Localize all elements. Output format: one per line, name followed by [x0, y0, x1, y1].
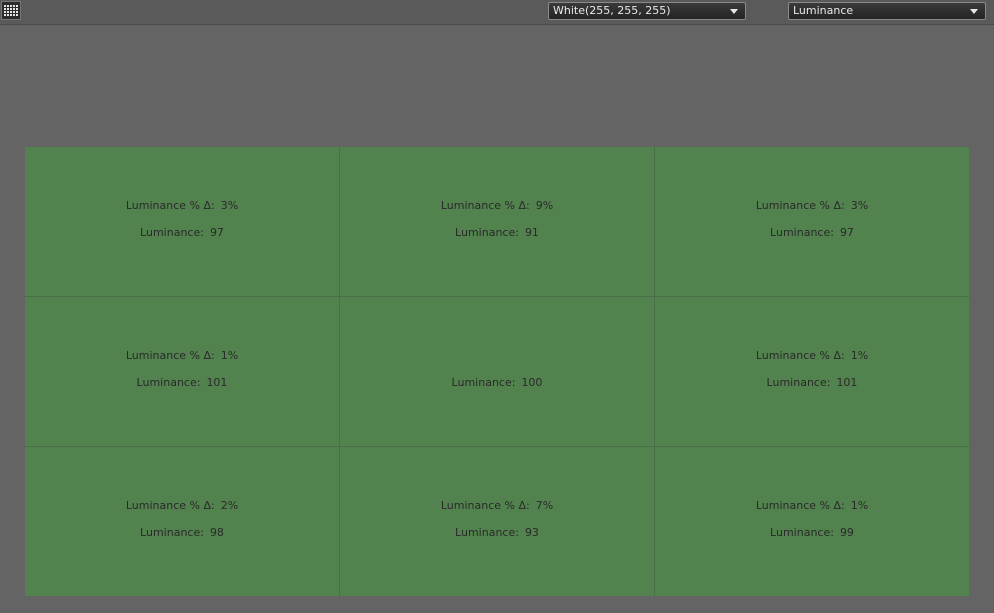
color-select-value: White(255, 255, 255) [553, 4, 671, 17]
luminance-delta-label: Luminance % Δ: [125, 349, 215, 362]
chevron-down-icon [970, 9, 978, 14]
color-select[interactable]: White(255, 255, 255) [548, 2, 746, 20]
luminance-line: Luminance: 101 [25, 376, 339, 389]
metric-select-value: Luminance [793, 4, 854, 17]
luminance-delta-line: Luminance % Δ: 1% [655, 499, 969, 512]
grid-cell: Luminance % Δ: 1% Luminance: 101 [25, 297, 340, 447]
luminance-delta-line: Luminance % Δ: 1% [655, 349, 969, 362]
grid-cell: Luminance % Δ: 9% Luminance: 91 [340, 147, 655, 297]
luminance-delta-value: 3% [850, 199, 869, 212]
luminance-label: Luminance: [455, 226, 519, 239]
luminance-value: 100 [521, 376, 543, 389]
luminance-value: 98 [209, 526, 224, 539]
luminance-delta-value: 1% [850, 499, 869, 512]
luminance-line: Luminance: 97 [655, 226, 969, 239]
luminance-value: 97 [839, 226, 854, 239]
luminance-delta-value: 9% [535, 199, 554, 212]
luminance-delta-line: Luminance % Δ: 2% [25, 499, 339, 512]
grid-cell: Luminance % Δ: 3% Luminance: 97 [25, 147, 340, 297]
grid-cell: Luminance % Δ: 3% Luminance: 97 [655, 147, 969, 297]
luminance-value: 93 [524, 526, 539, 539]
luminance-label: Luminance: [451, 376, 516, 389]
luminance-line: Luminance: 97 [25, 226, 339, 239]
luminance-delta-line: Luminance % Δ: 7% [340, 499, 654, 512]
uniformity-grid: Luminance % Δ: 3% Luminance: 97 Luminance … [25, 147, 969, 596]
luminance-value: 101 [206, 376, 228, 389]
luminance-delta-label: Luminance % Δ: [755, 199, 845, 212]
luminance-delta-label: Luminance % Δ: [755, 349, 845, 362]
luminance-value: 97 [209, 226, 224, 239]
luminance-delta-line: Luminance % Δ: 3% [25, 199, 339, 212]
grid-cell: Luminance % Δ: 1% Luminance: 101 [655, 297, 969, 447]
luminance-line: Luminance: 93 [340, 526, 654, 539]
luminance-delta-label: Luminance % Δ: [755, 499, 845, 512]
luminance-delta-line: Luminance % Δ: 1% [25, 349, 339, 362]
luminance-delta-value: 7% [535, 499, 554, 512]
luminance-delta-label: Luminance % Δ: [440, 499, 530, 512]
grid-cell-reference: Luminance: 100 [340, 297, 655, 447]
luminance-delta-label: Luminance % Δ: [440, 199, 530, 212]
luminance-label: Luminance: [770, 226, 834, 239]
luminance-line: Luminance: 98 [25, 526, 339, 539]
grid-cell: Luminance % Δ: 2% Luminance: 98 [25, 447, 340, 596]
luminance-value: 101 [836, 376, 858, 389]
chevron-down-icon [730, 9, 738, 14]
luminance-delta-label: Luminance % Δ: [125, 499, 215, 512]
luminance-delta-value: 2% [220, 499, 239, 512]
grid-icon [4, 5, 18, 16]
luminance-line: Luminance: 101 [655, 376, 969, 389]
luminance-delta-line: Luminance % Δ: 9% [340, 199, 654, 212]
luminance-line: Luminance: 91 [340, 226, 654, 239]
luminance-value: 99 [839, 526, 854, 539]
luminance-label: Luminance: [136, 376, 201, 389]
luminance-value: 91 [524, 226, 539, 239]
grid-layout-button[interactable] [1, 1, 21, 20]
luminance-delta-value: 1% [850, 349, 869, 362]
luminance-label: Luminance: [140, 526, 204, 539]
toolbar: White(255, 255, 255) Luminance [0, 0, 994, 25]
luminance-delta-label: Luminance % Δ: [125, 199, 215, 212]
luminance-line: Luminance: 100 [340, 376, 654, 389]
metric-select[interactable]: Luminance [788, 2, 986, 20]
luminance-label: Luminance: [766, 376, 831, 389]
luminance-delta-line: Luminance % Δ: 3% [655, 199, 969, 212]
luminance-line: Luminance: 99 [655, 526, 969, 539]
grid-cell: Luminance % Δ: 7% Luminance: 93 [340, 447, 655, 596]
luminance-delta-value: 1% [220, 349, 239, 362]
luminance-label: Luminance: [770, 526, 834, 539]
grid-cell: Luminance % Δ: 1% Luminance: 99 [655, 447, 969, 596]
luminance-label: Luminance: [140, 226, 204, 239]
luminance-delta-value: 3% [220, 199, 239, 212]
luminance-label: Luminance: [455, 526, 519, 539]
